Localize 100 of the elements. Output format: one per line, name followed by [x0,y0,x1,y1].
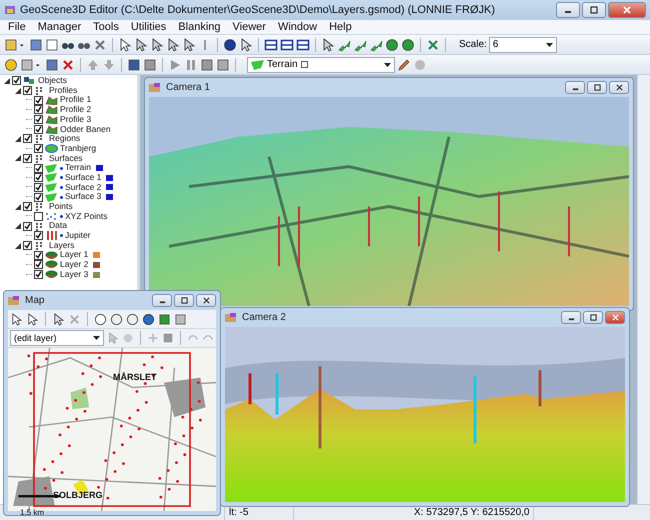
close-button[interactable] [608,2,646,18]
pencil-icon[interactable] [397,58,411,72]
tree-item[interactable]: Odder Banen [60,124,111,134]
checkbox[interactable] [34,231,43,240]
layout-icon[interactable] [296,38,310,52]
checkbox[interactable] [34,192,43,202]
tree-item[interactable]: Regions [49,134,80,144]
tree-item[interactable]: Layer 1 [60,250,88,260]
cursor-icon[interactable] [118,38,132,52]
tree-item[interactable]: Layers [49,240,75,250]
expand-toggle-icon[interactable] [15,136,21,142]
edit-layer-dropdown[interactable]: (edit layer) [10,330,104,346]
checkbox[interactable] [12,76,21,86]
expand-toggle-icon[interactable] [15,155,21,162]
delete-icon[interactable] [61,58,75,72]
tree-item[interactable]: Profiles [49,86,78,96]
cursor-icon[interactable] [26,312,39,326]
pointer-icon[interactable] [321,38,335,52]
tree-item[interactable]: Surfaces [49,154,83,164]
checkbox[interactable] [23,86,32,96]
expand-toggle-icon[interactable] [15,88,21,94]
tree-item[interactable]: Terrain [65,163,91,173]
checkbox[interactable] [34,260,43,270]
close-button[interactable] [196,294,216,307]
maximize-button[interactable] [582,2,606,18]
menu-item[interactable]: File [8,21,26,33]
scrollbar[interactable] [637,75,650,504]
cursor-icon[interactable] [134,38,148,52]
tree-item[interactable]: Profile 1 [60,95,92,105]
close-icon [616,84,622,91]
close-button[interactable] [605,311,625,324]
minimize-button[interactable] [152,294,172,307]
scale-dropdown[interactable]: 6 [488,36,557,52]
cursor-icon[interactable] [52,312,65,326]
surface-icon [45,192,58,202]
minimize-button[interactable] [565,81,585,94]
checkbox[interactable] [34,144,43,154]
layout-icon[interactable] [280,38,294,52]
cursor-icon[interactable] [10,312,23,326]
expand-toggle-icon[interactable] [15,223,21,230]
menu-item[interactable]: Help [329,21,352,33]
minimize-button[interactable] [556,2,580,18]
checkbox[interactable] [34,96,43,105]
checkbox[interactable] [23,241,32,250]
tree-item[interactable]: Profile 2 [60,105,92,115]
menu-item[interactable]: Window [278,21,318,33]
maximize-button[interactable] [587,81,607,94]
checkbox[interactable] [34,164,43,173]
menu-item[interactable]: Utilities [130,21,166,33]
dot-icon [60,186,63,189]
tree-item[interactable]: XYZ Points [65,212,108,222]
status-text: lt: -5 [225,505,294,520]
scale-bar-label: 1,5 km [20,508,44,517]
minimize-button[interactable] [561,311,581,324]
checkbox[interactable] [34,250,43,260]
close-button[interactable] [609,81,629,94]
tree-item[interactable]: Layer 3 [60,270,88,280]
cursor-icon[interactable] [166,38,180,52]
expand-toggle-icon[interactable] [15,204,21,210]
checkbox[interactable] [23,134,32,144]
checkbox[interactable] [23,202,32,212]
dot-icon [60,166,63,170]
cursor-icon[interactable] [239,38,253,52]
checkbox[interactable] [34,212,43,221]
tree-item[interactable]: Profile 3 [60,114,92,124]
checkbox[interactable] [34,173,43,182]
tree-item[interactable]: Jupiter [65,231,91,241]
checkbox[interactable] [34,105,43,114]
menu-item[interactable]: Manager [38,21,82,33]
tree-item[interactable]: Surface 3 [65,192,102,202]
checkbox[interactable] [23,154,32,163]
expand-toggle-icon[interactable] [15,242,21,249]
tree-item[interactable]: Layer 2 [60,260,88,270]
cubes-icon [23,76,36,86]
tree-item[interactable]: Points [49,202,73,212]
tree-item[interactable]: Surface 2 [65,182,102,192]
maximize-button[interactable] [583,311,603,324]
menu-item[interactable]: Viewer [232,21,266,33]
tree-item[interactable]: Data [49,221,67,231]
checkbox[interactable] [34,124,43,134]
tree-item[interactable]: Surface 1 [65,172,102,182]
cursor-icon[interactable] [150,38,164,52]
checkbox[interactable] [34,115,43,124]
checkbox[interactable] [23,222,32,231]
menu-item[interactable]: Blanking [178,21,220,33]
pause-icon[interactable] [184,58,198,72]
expand-toggle-icon[interactable] [4,78,10,84]
cursor-icon[interactable] [182,38,196,52]
layout-icon[interactable] [264,38,278,52]
dot-icon [60,214,63,218]
checkbox[interactable] [34,182,43,192]
tree-item[interactable]: Objects [38,76,67,86]
maximize-button[interactable] [174,294,194,307]
stop-icon[interactable] [200,58,214,72]
checkbox[interactable] [34,270,43,280]
surface-icon [45,164,58,173]
menu-item[interactable]: Tools [93,21,119,33]
tree-item[interactable]: Tranbjerg [60,144,96,154]
layer-dropdown[interactable]: Terrain [247,56,395,72]
play-icon[interactable] [168,58,182,72]
